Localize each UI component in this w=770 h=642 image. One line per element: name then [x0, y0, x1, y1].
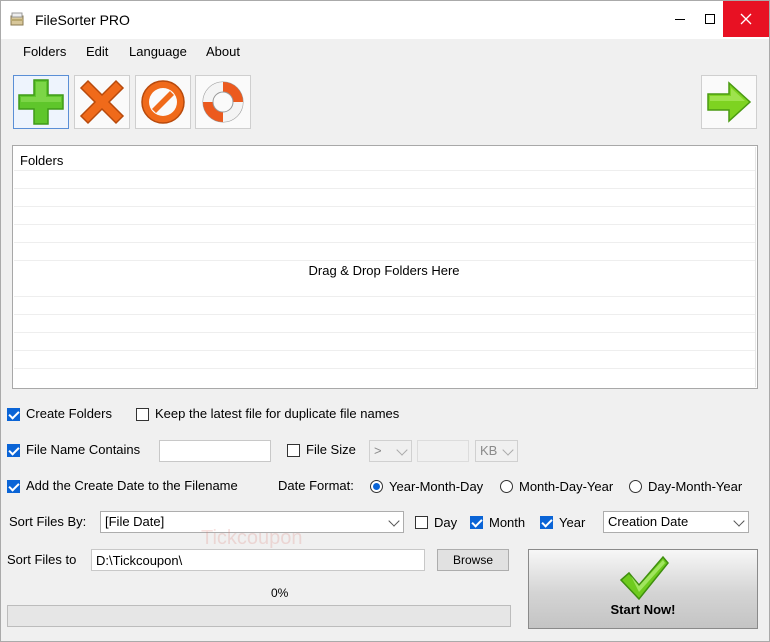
checkmark-icon — [619, 555, 669, 601]
add-create-date-label[interactable]: Add the Create Date to the Filename — [26, 478, 238, 493]
chevron-down-icon — [396, 444, 408, 456]
list-divider — [14, 206, 756, 207]
menu-folders[interactable]: Folders — [23, 44, 66, 59]
file-size-operator-select[interactable]: > — [369, 440, 412, 462]
list-divider — [14, 350, 756, 351]
date-format-dmy-label[interactable]: Day-Month-Year — [648, 479, 742, 494]
folders-list[interactable]: Folders Drag & Drop Folders Here — [12, 145, 758, 389]
list-divider — [14, 296, 756, 297]
keep-latest-checkbox[interactable] — [136, 408, 149, 421]
list-divider — [14, 224, 756, 225]
start-now-label: Start Now! — [610, 602, 676, 617]
date-format-dmy-radio[interactable] — [629, 480, 642, 493]
menu-edit[interactable]: Edit — [86, 44, 108, 59]
sort-to-label: Sort Files to — [7, 552, 77, 567]
date-format-ymd-radio[interactable] — [370, 480, 383, 493]
drop-hint: Drag & Drop Folders Here — [308, 263, 460, 278]
list-divider — [14, 188, 756, 189]
maximize-icon — [705, 14, 715, 24]
sort-month-label[interactable]: Month — [489, 515, 525, 530]
chevron-down-icon — [502, 444, 514, 456]
date-type-value: Creation Date — [608, 514, 689, 529]
app-icon — [10, 12, 24, 26]
file-size-unit-select[interactable]: KB — [475, 440, 518, 462]
add-folder-icon — [18, 79, 64, 125]
chevron-down-icon — [733, 515, 745, 527]
file-size-checkbox[interactable] — [287, 444, 300, 457]
menu-language[interactable]: Language — [129, 44, 187, 59]
close-icon — [740, 13, 752, 25]
date-format-ymd-label[interactable]: Year-Month-Day — [389, 479, 483, 494]
window-title: FileSorter PRO — [35, 12, 130, 28]
list-scroll-edge — [755, 147, 756, 387]
sort-month-checkbox[interactable] — [470, 516, 483, 529]
minimize-icon — [675, 19, 685, 20]
file-size-unit-value: KB — [480, 443, 498, 458]
close-button[interactable] — [723, 1, 769, 37]
list-divider — [14, 170, 756, 171]
clear-list-button[interactable] — [135, 75, 191, 129]
file-size-operator-value: > — [374, 443, 382, 458]
list-divider — [14, 332, 756, 333]
app-window: FileSorter PRO Folders Edit Language Abo… — [0, 0, 770, 642]
sort-day-checkbox[interactable] — [415, 516, 428, 529]
title-bar[interactable]: FileSorter PRO — [1, 1, 769, 39]
file-name-contains-checkbox[interactable] — [7, 444, 20, 457]
create-folders-label[interactable]: Create Folders — [26, 406, 112, 421]
chevron-down-icon — [388, 515, 400, 527]
list-divider — [14, 368, 756, 369]
menu-about[interactable]: About — [206, 44, 240, 59]
clear-list-icon — [141, 80, 185, 124]
date-format-mdy-radio[interactable] — [500, 480, 513, 493]
watermark-text: Tickcoupon — [201, 527, 303, 549]
date-type-select[interactable]: Creation Date — [603, 511, 749, 533]
next-arrow-icon — [707, 81, 752, 123]
remove-folder-button[interactable] — [74, 75, 130, 129]
list-divider — [14, 242, 756, 243]
folders-column-header[interactable]: Folders — [20, 153, 63, 168]
sort-to-path-input[interactable]: D:\Tickcoupon\ — [91, 549, 425, 571]
add-folder-button[interactable] — [13, 75, 69, 129]
help-icon — [202, 81, 244, 123]
file-name-contains-label[interactable]: File Name Contains — [26, 442, 140, 457]
list-divider — [14, 314, 756, 315]
sort-day-label[interactable]: Day — [434, 515, 457, 530]
create-folders-checkbox[interactable] — [7, 408, 20, 421]
date-format-mdy-label[interactable]: Month-Day-Year — [519, 479, 613, 494]
progress-bar — [7, 605, 511, 627]
file-name-contains-input[interactable] — [159, 440, 271, 462]
file-size-label[interactable]: File Size — [306, 442, 356, 457]
add-create-date-checkbox[interactable] — [7, 480, 20, 493]
sort-by-value: [File Date] — [105, 514, 165, 529]
keep-latest-label[interactable]: Keep the latest file for duplicate file … — [155, 406, 399, 421]
sort-year-checkbox[interactable] — [540, 516, 553, 529]
remove-folder-icon — [79, 79, 125, 125]
sort-by-label: Sort Files By: — [9, 514, 87, 529]
start-now-button[interactable]: Start Now! — [528, 549, 758, 629]
progress-percent-label: 0% — [271, 586, 289, 600]
help-button[interactable] — [195, 75, 251, 129]
sort-year-label[interactable]: Year — [559, 515, 585, 530]
menu-bar: Folders Edit Language About — [1, 39, 769, 65]
next-button[interactable] — [701, 75, 757, 129]
file-size-input[interactable] — [417, 440, 469, 462]
list-divider — [14, 260, 756, 261]
date-format-label: Date Format: — [278, 478, 354, 493]
browse-button[interactable]: Browse — [437, 549, 509, 571]
